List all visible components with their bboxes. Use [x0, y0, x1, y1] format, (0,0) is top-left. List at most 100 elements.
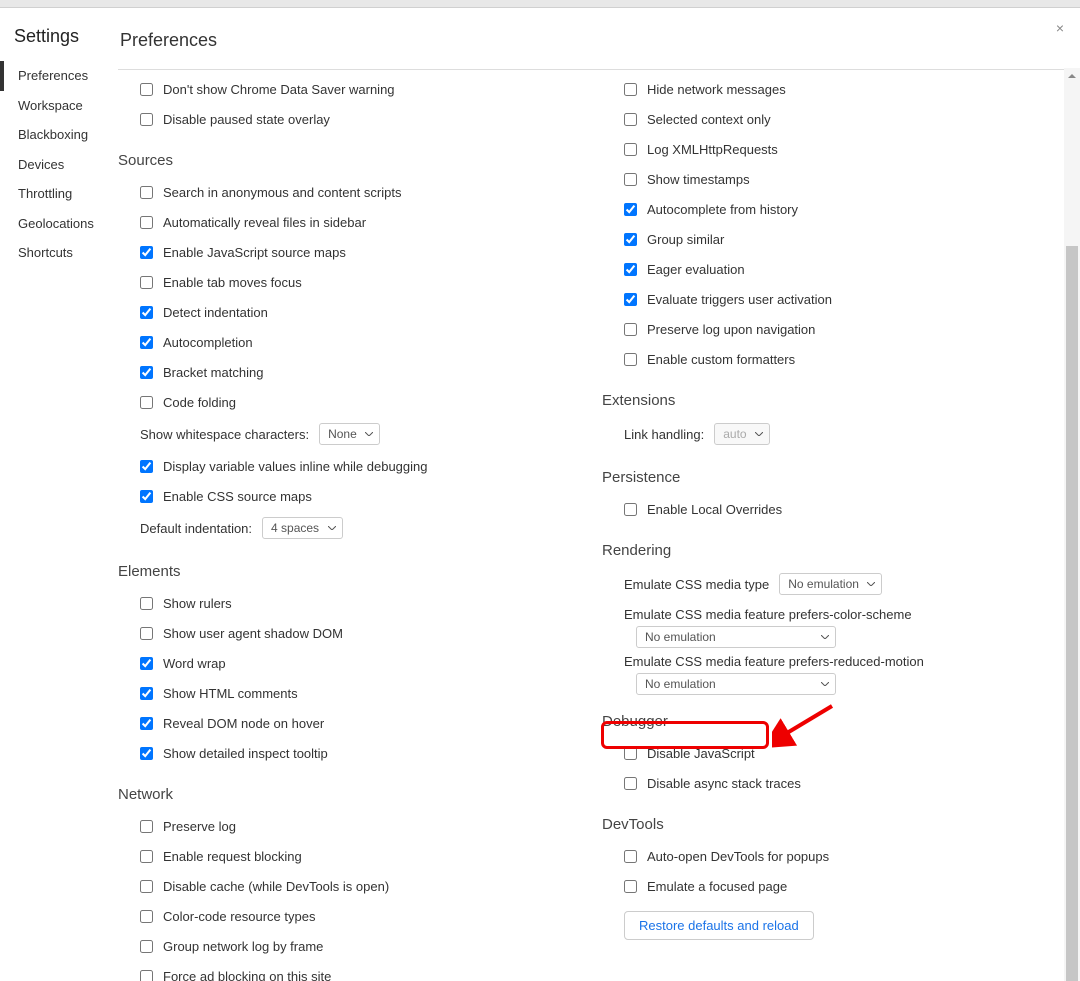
section-extensions: Extensions	[602, 392, 1056, 409]
label: Don't show Chrome Data Saver warning	[163, 82, 395, 97]
checkbox-search-anon[interactable]	[140, 186, 153, 199]
label: Code folding	[163, 395, 236, 410]
sidebar-item-preferences[interactable]: Preferences	[0, 61, 118, 91]
sidebar-item-blackboxing[interactable]: Blackboxing	[0, 120, 118, 150]
checkbox-request-blocking[interactable]	[140, 850, 153, 863]
media-type-label: Emulate CSS media type	[624, 577, 769, 592]
indent-label: Default indentation:	[140, 521, 252, 536]
section-persistence: Persistence	[602, 469, 1056, 486]
checkbox-log-xhr[interactable]	[624, 143, 637, 156]
label: Show detailed inspect tooltip	[163, 746, 328, 761]
checkbox-reveal-hover[interactable]	[140, 717, 153, 730]
checkbox-show-rulers[interactable]	[140, 597, 153, 610]
checkbox-ua-shadow-dom[interactable]	[140, 627, 153, 640]
label: Preserve log	[163, 819, 236, 834]
scrollbar-up-icon[interactable]	[1064, 68, 1080, 84]
checkbox-eval-user-activation[interactable]	[624, 293, 637, 306]
label: Show user agent shadow DOM	[163, 626, 343, 641]
checkbox-row: Don't show Chrome Data Saver warning	[118, 74, 572, 104]
checkbox-disable-cache[interactable]	[140, 880, 153, 893]
checkbox-disable-async-stack[interactable]	[624, 777, 637, 790]
label: Force ad blocking on this site	[163, 969, 331, 981]
checkbox-group-frame[interactable]	[140, 940, 153, 953]
checkbox-disable-js[interactable]	[624, 747, 637, 760]
checkbox-emulate-focused[interactable]	[624, 880, 637, 893]
checkbox-bracket-match[interactable]	[140, 366, 153, 379]
label: Emulate a focused page	[647, 879, 787, 894]
checkbox-custom-formatters[interactable]	[624, 353, 637, 366]
label: Selected context only	[647, 112, 771, 127]
sidebar-title: Settings	[0, 26, 118, 47]
section-rendering: Rendering	[602, 542, 1056, 559]
label: Word wrap	[163, 656, 226, 671]
label: Hide network messages	[647, 82, 786, 97]
label: Search in anonymous and content scripts	[163, 185, 401, 200]
checkbox-autocomplete[interactable]	[140, 336, 153, 349]
label: Display variable values inline while deb…	[163, 459, 428, 474]
window-top-edge	[0, 0, 1080, 8]
checkbox-auto-reveal[interactable]	[140, 216, 153, 229]
checkbox-html-comments[interactable]	[140, 687, 153, 700]
label: Reveal DOM node on hover	[163, 716, 324, 731]
checkbox-group-similar[interactable]	[624, 233, 637, 246]
checkbox-preserve-log[interactable]	[140, 820, 153, 833]
label: Evaluate triggers user activation	[647, 292, 832, 307]
checkbox-show-timestamps[interactable]	[624, 173, 637, 186]
sidebar-item-workspace[interactable]: Workspace	[0, 91, 118, 121]
label: Enable custom formatters	[647, 352, 795, 367]
label: Show HTML comments	[163, 686, 298, 701]
checkbox-detailed-tooltip[interactable]	[140, 747, 153, 760]
settings-sidebar: Settings Preferences Workspace Blackboxi…	[0, 8, 118, 981]
reduced-motion-label: Emulate CSS media feature prefers-reduce…	[624, 654, 1056, 669]
checkbox-js-source-maps[interactable]	[140, 246, 153, 259]
checkbox-css-source-maps[interactable]	[140, 490, 153, 503]
checkbox-hide-network-msg[interactable]	[624, 83, 637, 96]
restore-defaults-button[interactable]: Restore defaults and reload	[624, 911, 814, 940]
label: Eager evaluation	[647, 262, 745, 277]
link-handling-label: Link handling:	[624, 427, 704, 442]
checkbox-chrome-data-saver[interactable]	[140, 83, 153, 96]
checkbox-disable-paused-overlay[interactable]	[140, 113, 153, 126]
sidebar-item-throttling[interactable]: Throttling	[0, 179, 118, 209]
label: Group network log by frame	[163, 939, 323, 954]
label: Bracket matching	[163, 365, 263, 380]
label: Detect indentation	[163, 305, 268, 320]
indent-select[interactable]: 4 spaces	[262, 517, 343, 539]
checkbox-word-wrap[interactable]	[140, 657, 153, 670]
checkbox-inline-values[interactable]	[140, 460, 153, 473]
whitespace-select[interactable]: None	[319, 423, 380, 445]
color-scheme-select[interactable]: No emulation	[636, 626, 836, 648]
checkbox-code-folding[interactable]	[140, 396, 153, 409]
page-title: Preferences	[118, 30, 1080, 70]
label: Disable async stack traces	[647, 776, 801, 791]
checkbox-preserve-log-nav[interactable]	[624, 323, 637, 336]
checkbox-force-adblock[interactable]	[140, 970, 153, 981]
sidebar-item-geolocations[interactable]: Geolocations	[0, 209, 118, 239]
sidebar-item-devices[interactable]: Devices	[0, 150, 118, 180]
sidebar-item-shortcuts[interactable]: Shortcuts	[0, 238, 118, 268]
label: Enable JavaScript source maps	[163, 245, 346, 260]
checkbox-autocomplete-history[interactable]	[624, 203, 637, 216]
label: Disable JavaScript	[647, 746, 755, 761]
label: Autocomplete from history	[647, 202, 798, 217]
scrollbar-thumb[interactable]	[1066, 246, 1078, 981]
close-button[interactable]: ×	[1056, 20, 1064, 36]
section-sources: Sources	[118, 152, 572, 169]
label: Color-code resource types	[163, 909, 315, 924]
scrollbar-track[interactable]	[1064, 68, 1080, 981]
checkbox-detect-indent[interactable]	[140, 306, 153, 319]
label: Disable paused state overlay	[163, 112, 330, 127]
checkbox-selected-context[interactable]	[624, 113, 637, 126]
media-type-select[interactable]: No emulation	[779, 573, 882, 595]
reduced-motion-select[interactable]: No emulation	[636, 673, 836, 695]
checkbox-local-overrides[interactable]	[624, 503, 637, 516]
checkbox-tab-focus[interactable]	[140, 276, 153, 289]
label: Log XMLHttpRequests	[647, 142, 778, 157]
link-handling-select[interactable]: auto	[714, 423, 770, 445]
checkbox-autoopen-popups[interactable]	[624, 850, 637, 863]
checkbox-eager-eval[interactable]	[624, 263, 637, 276]
section-elements: Elements	[118, 563, 572, 580]
checkbox-color-code[interactable]	[140, 910, 153, 923]
section-debugger: Debugger	[602, 713, 1056, 730]
label: Preserve log upon navigation	[647, 322, 815, 337]
